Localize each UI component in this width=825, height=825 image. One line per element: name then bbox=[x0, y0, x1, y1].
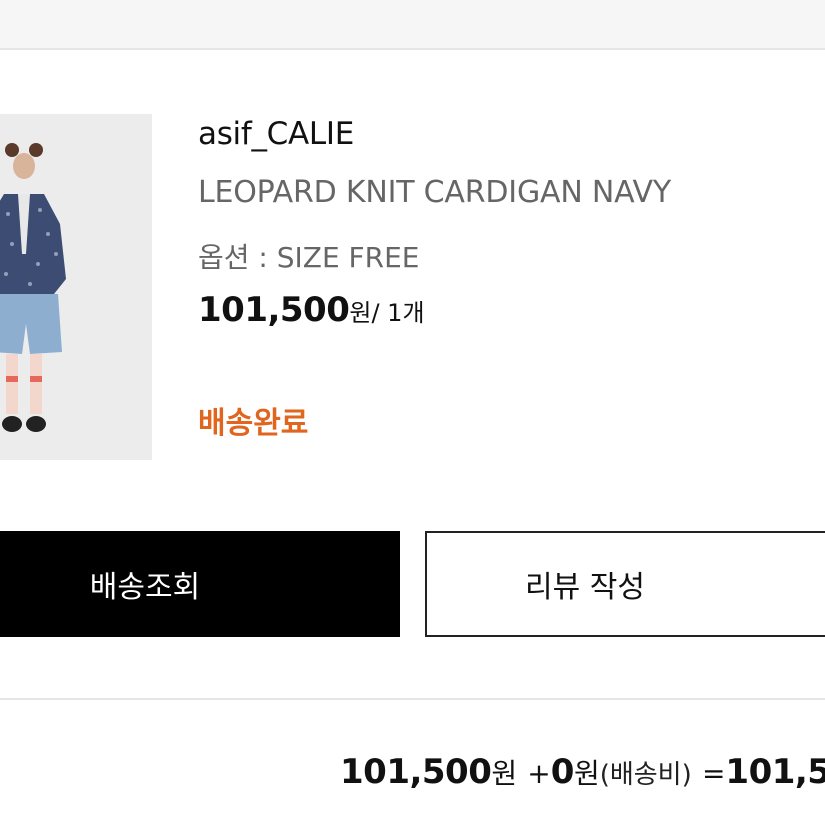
product-photo-icon bbox=[0, 114, 152, 460]
product-total-unit: 원 bbox=[491, 757, 518, 790]
section-divider bbox=[0, 698, 825, 700]
product-image[interactable] bbox=[0, 114, 152, 460]
equals-sign: = bbox=[701, 757, 726, 790]
write-review-button[interactable]: 리뷰 작성 bbox=[425, 531, 825, 637]
brand-name: asif_CALIE bbox=[198, 116, 355, 152]
product-total: 101,500 bbox=[340, 752, 492, 792]
product-name[interactable]: LEOPARD KNIT CARDIGAN NAVY bbox=[198, 175, 671, 210]
track-delivery-button[interactable]: 배송조회 bbox=[0, 531, 400, 637]
product-option: 옵션 : SIZE FREE bbox=[198, 241, 420, 274]
item-price: 101,500 bbox=[198, 290, 350, 330]
top-band bbox=[0, 0, 825, 50]
delivery-status-badge: 배송완료 bbox=[198, 406, 309, 441]
shipping-note: (배송비) bbox=[599, 760, 692, 790]
shipping-fee: 0 bbox=[550, 752, 575, 792]
order-total-summary: 101,500원 +0원(배송비) =101,5 bbox=[340, 752, 825, 792]
grand-total: 101,5 bbox=[725, 752, 825, 792]
shipping-fee-unit: 원 bbox=[573, 757, 600, 790]
plus-sign: + bbox=[527, 757, 551, 790]
item-quantity: / 1개 bbox=[371, 299, 425, 327]
price-line: 101,500원/ 1개 bbox=[198, 290, 425, 330]
item-price-unit: 원 bbox=[349, 299, 372, 327]
